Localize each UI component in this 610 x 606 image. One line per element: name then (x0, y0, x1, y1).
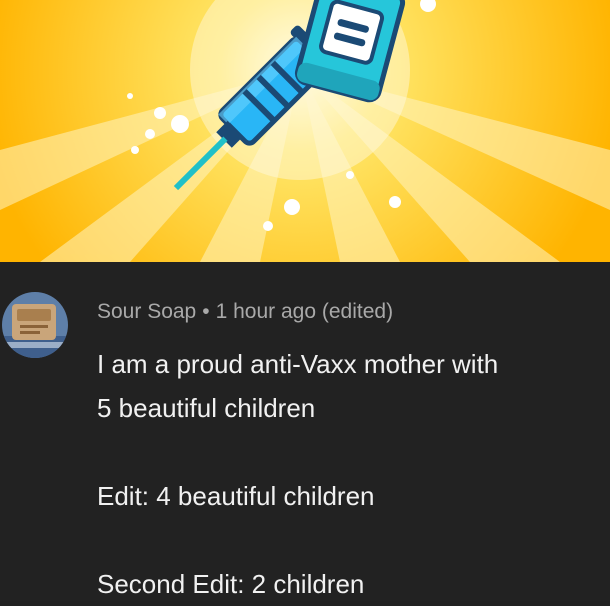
avatar[interactable] (2, 292, 68, 358)
comment: Sour Soap • 1 hour ago (edited) I am a pro… (0, 262, 610, 601)
edited-label: (edited) (321, 300, 394, 323)
comment-meta: Sour Soap • 1 hour ago (edited) (97, 300, 393, 324)
comment-line: Edit: 4 beautiful children (97, 481, 375, 511)
comment-author[interactable]: Sour Soap (97, 300, 196, 323)
meta-separator: • (202, 300, 210, 323)
video-thumbnail[interactable] (0, 0, 610, 262)
soap-avatar-image (2, 292, 68, 358)
comment-body: I am a proud anti-Vaxx mother with 5 bea… (97, 342, 602, 606)
comment-time: 1 hour ago (215, 300, 317, 323)
comment-line: I am a proud anti-Vaxx mother with (97, 349, 499, 379)
comment-line: 5 beautiful children (97, 393, 316, 423)
comment-line: Second Edit: 2 children (97, 569, 365, 599)
vaccine-illustration (0, 0, 610, 262)
